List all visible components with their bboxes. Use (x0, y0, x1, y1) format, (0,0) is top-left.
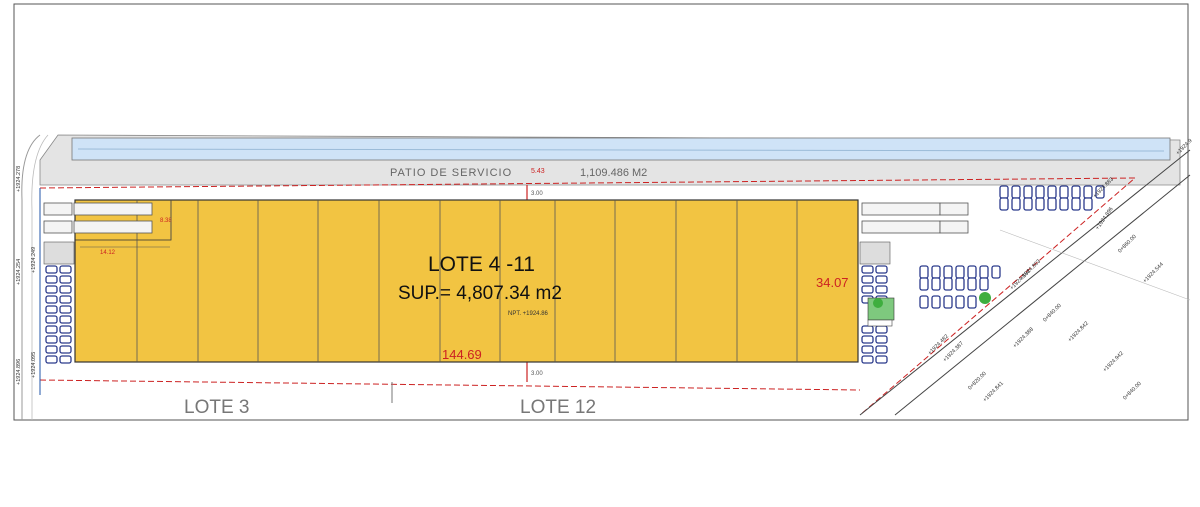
floor-level: NPT. +1924.86 (508, 311, 549, 317)
dim-office-w: 14.12 (100, 250, 116, 256)
neighbor-lot-left: LOTE 3 (184, 397, 249, 418)
service-yard-area: 1,109.486 M2 (580, 167, 647, 179)
tree-icon (873, 298, 883, 308)
tree-icon (979, 292, 991, 304)
elev-left-4: +1924.095 (31, 352, 37, 378)
lot-title: LOTE 4 -11 (428, 253, 535, 276)
dim-setback-bottom: 3.00 (531, 371, 543, 377)
dim-setback-top: 3.00 (531, 191, 543, 197)
service-yard-label: PATIO DE SERVICIO (390, 167, 512, 179)
ramp-left (43, 241, 75, 265)
elev-left-1: +1924.278 (16, 166, 22, 192)
dim-yard: 5.43 (531, 168, 545, 175)
elev-left-3: +1924.254 (16, 259, 22, 285)
site-plan: PATIO DE SERVICIO 1,109.486 M2 LOTE 4 -1… (13, 3, 1194, 421)
warehouse-building: LOTE 4 -11 SUP.= 4,807.34 m2 NPT. +1924.… (74, 199, 859, 363)
dim-length: 144.69 (442, 347, 482, 362)
elev-left-5: +1924.896 (16, 359, 22, 385)
parking-top-right (999, 185, 1105, 211)
elev-left-2: +1924.249 (31, 247, 37, 273)
ramp-right (859, 241, 891, 265)
lot-area: SUP.= 4,807.34 m2 (398, 283, 562, 304)
dim-depth: 34.07 (816, 275, 849, 290)
dim-office-h: 8.38 (160, 218, 172, 224)
service-yard: PATIO DE SERVICIO 1,109.486 M2 (39, 134, 1181, 186)
neighbor-lot-right: LOTE 12 (520, 397, 596, 418)
